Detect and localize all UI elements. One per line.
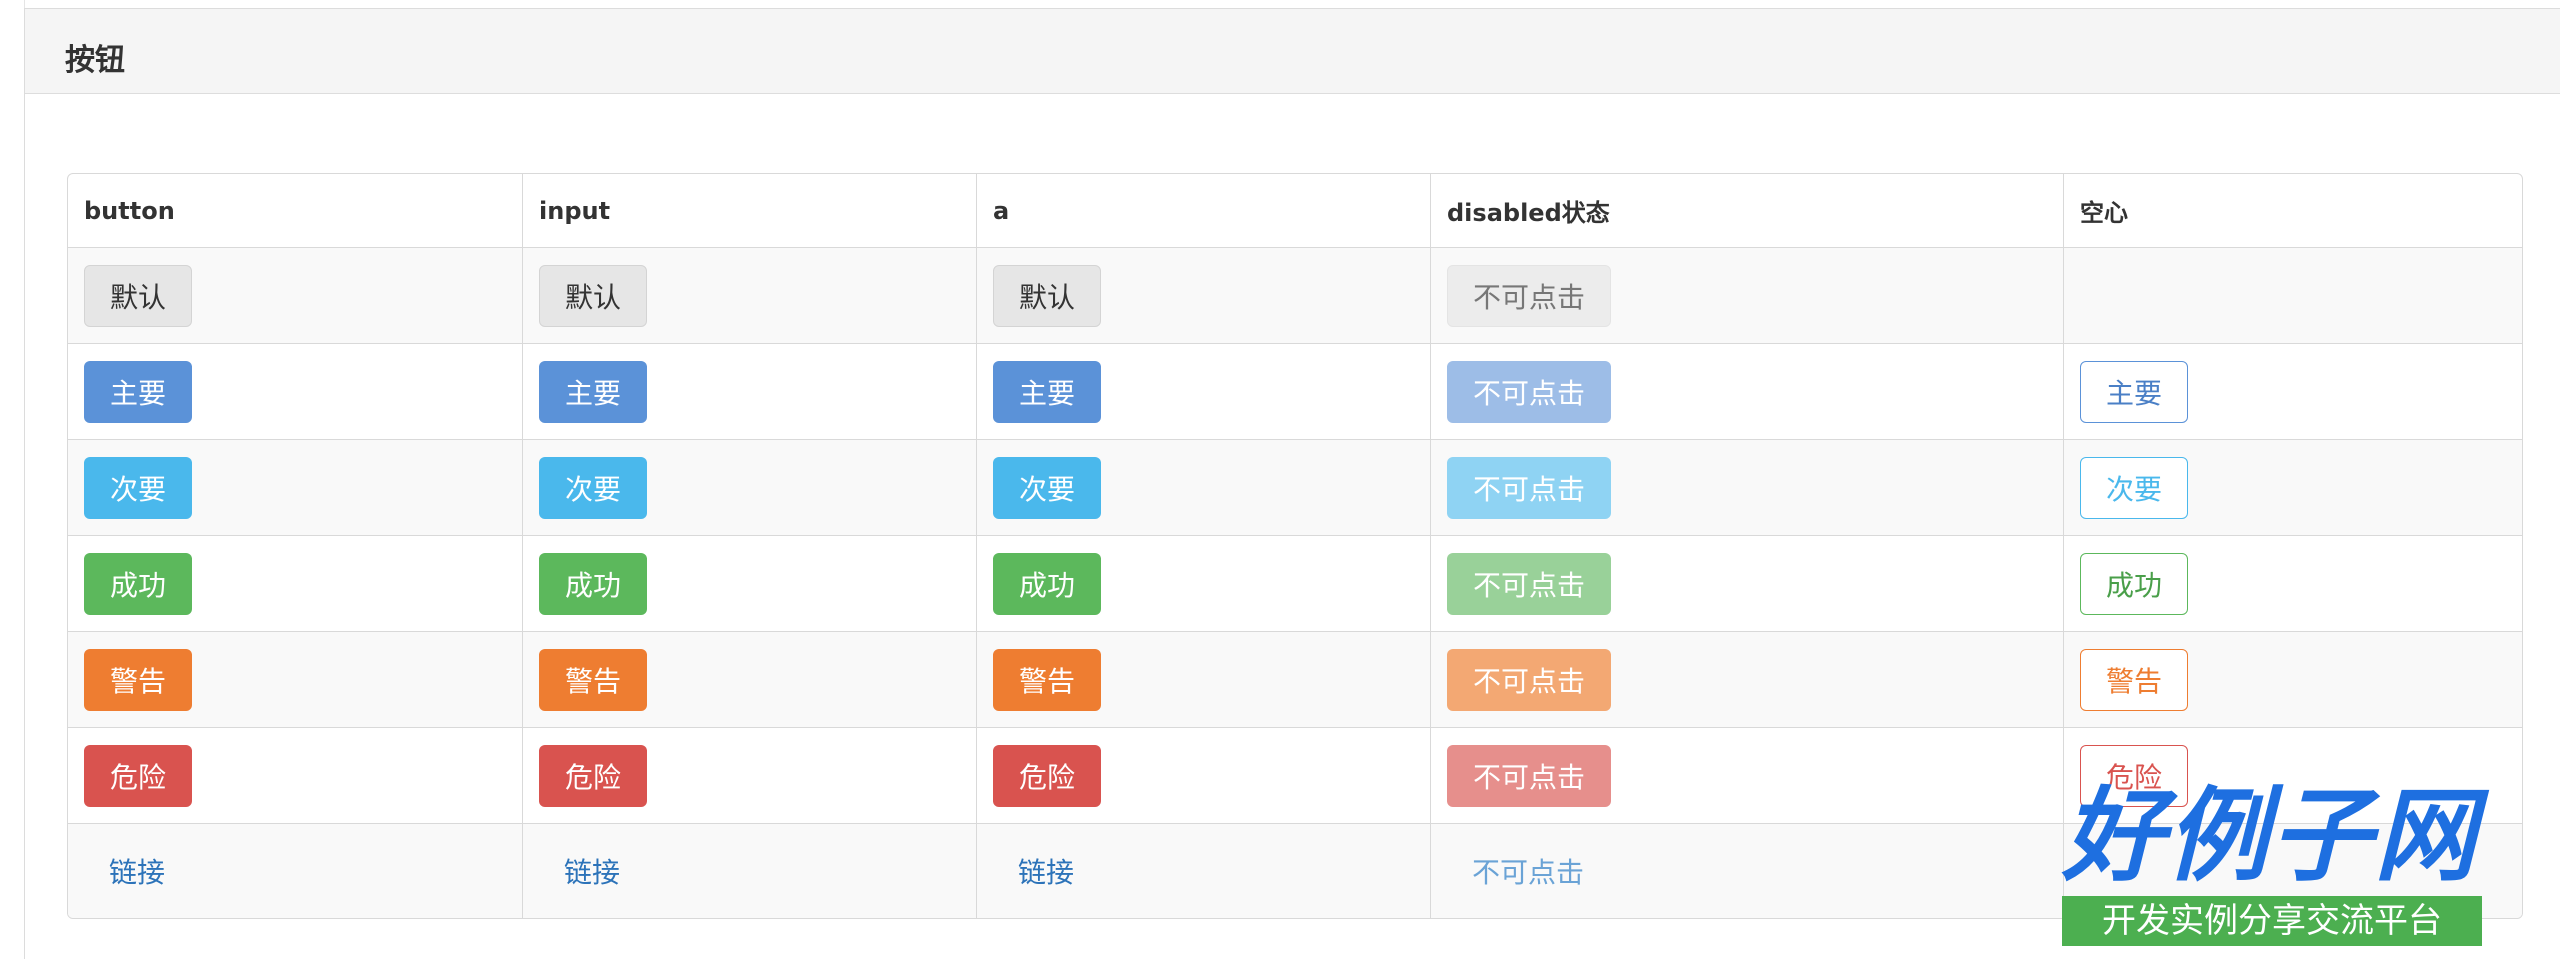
table-cell: 不可点击: [1430, 536, 2063, 631]
header-cell: disabled状态: [1430, 174, 2063, 247]
warning-input-button[interactable]: 警告: [539, 648, 647, 711]
success-link-button[interactable]: 成功: [993, 552, 1101, 615]
table-cell: 不可点击: [1430, 248, 2063, 343]
table-cell: 成功: [976, 536, 1430, 631]
table-cell: 危险: [976, 728, 1430, 823]
table-cell: [2063, 248, 2522, 343]
info-input-button[interactable]: 次要: [539, 456, 647, 519]
link-0[interactable]: 链接: [84, 851, 165, 891]
table-cell: 不可点击: [1430, 728, 2063, 823]
table-cell: 默认: [68, 248, 522, 343]
table-cell: 不可点击: [1430, 824, 2063, 918]
default-button-button[interactable]: 默认: [84, 264, 192, 327]
info-disabled-button: 不可点击: [1447, 456, 1611, 519]
info-link-button[interactable]: 次要: [993, 456, 1101, 519]
success-outline-button[interactable]: 成功: [2080, 552, 2188, 615]
table-cell: 链接: [522, 824, 976, 918]
default-link-button[interactable]: 默认: [993, 264, 1101, 327]
panel-header: 按钮: [25, 9, 2560, 94]
warning-link-button[interactable]: 警告: [993, 648, 1101, 711]
table-cell: 次要: [522, 440, 976, 535]
table-cell: 主要: [976, 344, 1430, 439]
primary-input-button[interactable]: 主要: [539, 360, 647, 423]
table-cell: 危险: [522, 728, 976, 823]
link-1[interactable]: 链接: [539, 851, 620, 891]
danger-link-button[interactable]: 危险: [993, 744, 1101, 807]
table-cell: 警告: [68, 632, 522, 727]
table-row: 警告 警告 警告 不可点击 警告: [68, 631, 2522, 727]
table-cell: 危险: [68, 728, 522, 823]
table-row: 次要 次要 次要 不可点击 次要: [68, 439, 2522, 535]
table-cell: 警告: [522, 632, 976, 727]
header-button: button: [84, 196, 175, 225]
info-outline-button[interactable]: 次要: [2080, 456, 2188, 519]
table-cell: 链接: [976, 824, 1430, 918]
header-cell: button: [68, 174, 522, 247]
table-cell: 次要: [68, 440, 522, 535]
danger-disabled-button: 不可点击: [1447, 744, 1611, 807]
default-disabled-button: 不可点击: [1447, 264, 1611, 327]
table-cell: 成功: [522, 536, 976, 631]
warning-disabled-button: 不可点击: [1447, 648, 1611, 711]
site-logo-watermark: 好例子网 开发实例分享交流平台: [2062, 780, 2482, 950]
header-outline: 空心: [2080, 199, 2128, 227]
table-row: 成功 成功 成功 不可点击 成功: [68, 535, 2522, 631]
info-button-button[interactable]: 次要: [84, 456, 192, 519]
link-disabled: 不可点击: [1472, 856, 1585, 889]
header-cell: input: [522, 174, 976, 247]
table-cell: 成功: [2063, 536, 2522, 631]
header-input: input: [539, 196, 611, 225]
table-header-row: button input a disabled状态 空心: [68, 174, 2522, 247]
warning-button-button[interactable]: 警告: [84, 648, 192, 711]
logo-text: 好例子网: [2062, 776, 2478, 896]
primary-disabled-button: 不可点击: [1447, 360, 1611, 423]
header-cell: a: [976, 174, 1430, 247]
table-cell: 默认: [976, 248, 1430, 343]
success-disabled-button: 不可点击: [1447, 552, 1611, 615]
table-cell: 次要: [976, 440, 1430, 535]
table-cell: 主要: [522, 344, 976, 439]
panel-title: 按钮: [65, 43, 125, 78]
link-2[interactable]: 链接: [993, 851, 1074, 891]
default-input-button[interactable]: 默认: [539, 264, 647, 327]
primary-outline-button[interactable]: 主要: [2080, 360, 2188, 423]
header-disabled: disabled状态: [1447, 199, 1610, 227]
table-cell: 主要: [2063, 344, 2522, 439]
table-cell: 不可点击: [1430, 344, 2063, 439]
header-cell: 空心: [2063, 174, 2522, 247]
table-cell: 成功: [68, 536, 522, 631]
danger-input-button[interactable]: 危险: [539, 744, 647, 807]
table-cell: 链接: [68, 824, 522, 918]
table-cell: 默认: [522, 248, 976, 343]
table-row: 主要 主要 主要 不可点击 主要: [68, 343, 2522, 439]
primary-link-button[interactable]: 主要: [993, 360, 1101, 423]
table-cell: 警告: [976, 632, 1430, 727]
table-cell: 次要: [2063, 440, 2522, 535]
table-cell: 不可点击: [1430, 632, 2063, 727]
table-cell: 主要: [68, 344, 522, 439]
primary-button-button[interactable]: 主要: [84, 360, 192, 423]
table-cell: 警告: [2063, 632, 2522, 727]
header-a: a: [993, 196, 1010, 225]
logo-tagline: 开发实例分享交流平台: [2062, 896, 2482, 946]
success-input-button[interactable]: 成功: [539, 552, 647, 615]
danger-button-button[interactable]: 危险: [84, 744, 192, 807]
table-row: 默认 默认 默认 不可点击: [68, 247, 2522, 343]
table-cell: 不可点击: [1430, 440, 2063, 535]
success-button-button[interactable]: 成功: [84, 552, 192, 615]
warning-outline-button[interactable]: 警告: [2080, 648, 2188, 711]
